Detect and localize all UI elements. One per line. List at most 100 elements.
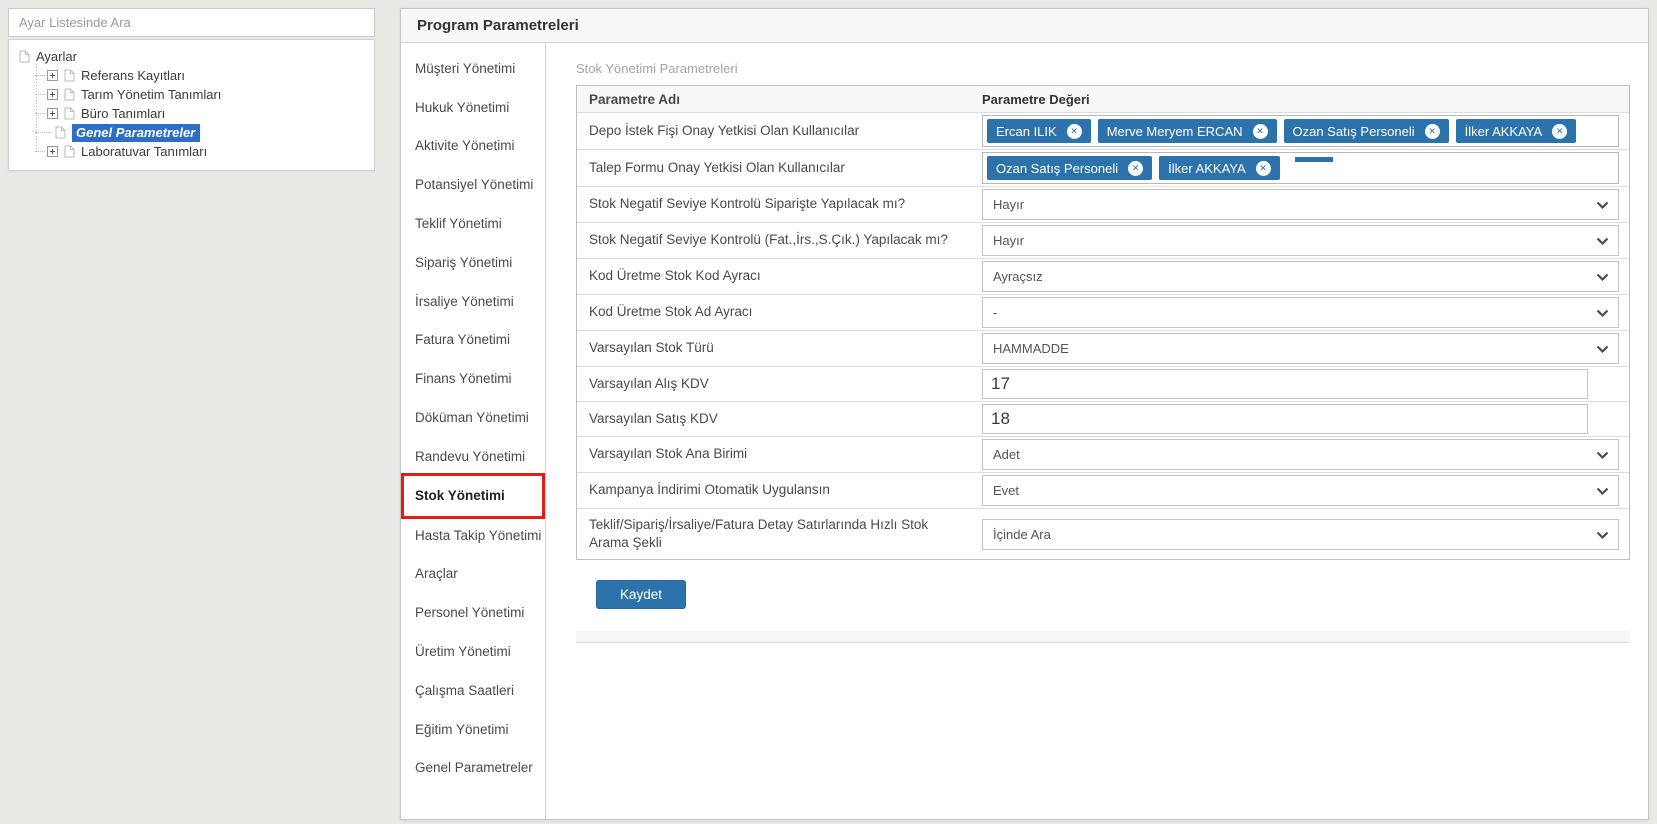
menu-item-hukuk-yönetimi[interactable]: Hukuk Yönetimi [401,88,545,127]
tree-node-label: Tarım Yönetim Tanımları [81,87,221,102]
document-icon [64,69,75,82]
parameter-text-input[interactable] [982,404,1588,434]
user-tag-label: Ercan ILIK [996,124,1057,139]
parameter-row: Varsayılan Stok Ana BirimiAdet [577,436,1629,472]
remove-tag-icon[interactable]: ✕ [1256,161,1271,176]
settings-search-panel: Ayarlar Referans Kayıtları Tarım Yönetim T… [8,8,375,171]
tree-branch-line [35,151,45,152]
selected-value: HAMMADDE [993,341,1069,356]
parameter-text-input[interactable] [982,369,1588,399]
selected-value: Evet [993,483,1019,498]
menu-item-randevu-yönetimi[interactable]: Randevu Yönetimi [401,437,545,476]
remove-tag-icon[interactable]: ✕ [1425,124,1440,139]
user-tag[interactable]: Ozan Satış Personeli✕ [987,156,1152,180]
menu-item-müşteri-yönetimi[interactable]: Müşteri Yönetimi [401,49,545,88]
tree-node[interactable]: Referans Kayıtları [17,66,366,85]
menu-item-eğitim-yönetimi[interactable]: Eğitim Yönetimi [401,710,545,749]
chevron-down-icon [1596,237,1609,246]
document-icon [64,88,75,101]
menu-item-araçlar[interactable]: Araçlar [401,555,545,594]
parameter-select[interactable]: Hayır [982,189,1619,220]
tree-branch-line [35,113,45,114]
parameter-select[interactable]: Hayır [982,225,1619,256]
settings-tree: Ayarlar Referans Kayıtları Tarım Yönetim T… [8,39,375,171]
parameter-select[interactable]: HAMMADDE [982,333,1619,364]
parameter-value-cell: Hayır [982,187,1629,222]
selected-value: Ayraçsız [993,269,1043,284]
menu-item-hasta-takip-yönetimi[interactable]: Hasta Takip Yönetimi [401,516,545,555]
parameter-name: Kampanya İndirimi Otomatik Uygulansın [577,474,982,506]
tree-node-label: Referans Kayıtları [81,68,185,83]
expand-plus-icon[interactable] [47,146,58,157]
menu-item-genel-parametreler[interactable]: Genel Parametreler [401,749,545,788]
user-tag[interactable]: İlker AKKAYA ✕ [1456,119,1577,143]
parameter-category-menu: Müşteri YönetimiHukuk YönetimiAktivite Y… [401,43,546,819]
tree-node[interactable]: Büro Tanımları [17,104,366,123]
menu-item-finans-yönetimi[interactable]: Finans Yönetimi [401,359,545,398]
user-tag[interactable]: Merve Meryem ERCAN✕ [1098,119,1277,143]
parameter-value-cell: HAMMADDE [982,331,1629,366]
menu-item-personel-yönetimi[interactable]: Personel Yönetimi [401,593,545,632]
menu-item-aktivite-yönetimi[interactable]: Aktivite Yönetimi [401,127,545,166]
parameter-select[interactable]: Adet [982,439,1619,470]
selected-value: İçinde Ara [993,527,1051,542]
tree-root[interactable]: Ayarlar [17,47,366,66]
menu-item-fatura-yönetimi[interactable]: Fatura Yönetimi [401,321,545,360]
remove-tag-icon[interactable]: ✕ [1128,161,1143,176]
tree-node[interactable]: Laboratuvar Tanımları [17,142,366,161]
document-icon [19,50,30,63]
selected-value: - [993,305,997,320]
parameter-select[interactable]: Ayraçsız [982,261,1619,292]
tag-input-caret [1295,157,1333,162]
tree-branch-line [35,132,51,133]
parameter-name: Stok Negatif Seviye Kontrolü Siparişte Y… [577,188,982,220]
menu-item-stok-yönetimi[interactable]: Stok Yönetimi [401,473,545,519]
parameter-row: Stok Negatif Seviye Kontrolü (Fat.,İrs.,… [577,222,1629,258]
settings-search-input[interactable] [8,8,375,37]
parameter-value-cell: Hayır [982,223,1629,258]
parameter-row: Varsayılan Satış KDV [577,401,1629,436]
tree-node-label: Laboratuvar Tanımları [81,144,207,159]
parameter-row: Varsayılan Stok TürüHAMMADDE [577,330,1629,366]
parameter-name: Kod Üretme Stok Kod Ayracı [577,260,982,292]
menu-item-döküman-yönetimi[interactable]: Döküman Yönetimi [401,398,545,437]
expand-plus-icon[interactable] [47,108,58,119]
parameter-table: Parametre Adı Parametre Değeri Depo İste… [576,85,1630,560]
parameter-select[interactable]: - [982,297,1619,328]
parameter-select[interactable]: Evet [982,475,1619,506]
menu-item-teklif-yönetimi[interactable]: Teklif Yönetimi [401,204,545,243]
menu-item-potansiyel-yönetimi[interactable]: Potansiyel Yönetimi [401,165,545,204]
parameter-name: Teklif/Sipariş/İrsaliye/Fatura Detay Sat… [577,509,982,559]
menu-item-i-rsaliye-yönetimi[interactable]: İrsaliye Yönetimi [401,282,545,321]
parameter-name: Kod Üretme Stok Ad Ayracı [577,296,982,328]
selected-value: Hayır [993,233,1024,248]
expand-plus-icon[interactable] [47,70,58,81]
chevron-down-icon [1596,273,1609,282]
menu-item-çalışma-saatleri[interactable]: Çalışma Saatleri [401,671,545,710]
parameter-name: Varsayılan Satış KDV [577,403,982,435]
menu-item-üretim-yönetimi[interactable]: Üretim Yönetimi [401,632,545,671]
parameter-name: Depo İstek Fişi Onay Yetkisi Olan Kullan… [577,115,982,147]
user-tag-label: İlker AKKAYA [1465,124,1543,139]
tree-node[interactable]: Genel Parametreler [17,123,366,142]
remove-tag-icon[interactable]: ✕ [1067,124,1082,139]
user-tag[interactable]: Ozan Satış Personeli✕ [1284,119,1449,143]
user-tag[interactable]: Ercan ILIK ✕ [987,119,1091,143]
parameter-select[interactable]: İçinde Ara [982,519,1619,550]
tree-node-label: Büro Tanımları [81,106,165,121]
tree-node[interactable]: Tarım Yönetim Tanımları [17,85,366,104]
parameter-value-cell: Adet [982,437,1629,472]
form-footer-strip [576,631,1630,643]
expand-plus-icon[interactable] [47,89,58,100]
user-tag-input[interactable]: Ozan Satış Personeli✕ İlker AKKAYA✕ [982,152,1619,184]
user-tag[interactable]: İlker AKKAYA✕ [1159,156,1280,180]
parameter-row: Kod Üretme Stok Ad Ayracı- [577,294,1629,330]
chevron-down-icon [1596,309,1609,318]
parameter-row: Talep Formu Onay Yetkisi Olan Kullanıcıl… [577,149,1629,186]
menu-item-sipariş-yönetimi[interactable]: Sipariş Yönetimi [401,243,545,282]
column-header-name: Parametre Adı [577,92,982,107]
save-button[interactable]: Kaydet [596,580,686,609]
remove-tag-icon[interactable]: ✕ [1253,124,1268,139]
user-tag-input[interactable]: Ercan ILIK✕Merve Meryem ERCAN✕Ozan Satış… [982,115,1619,147]
remove-tag-icon[interactable]: ✕ [1552,124,1567,139]
